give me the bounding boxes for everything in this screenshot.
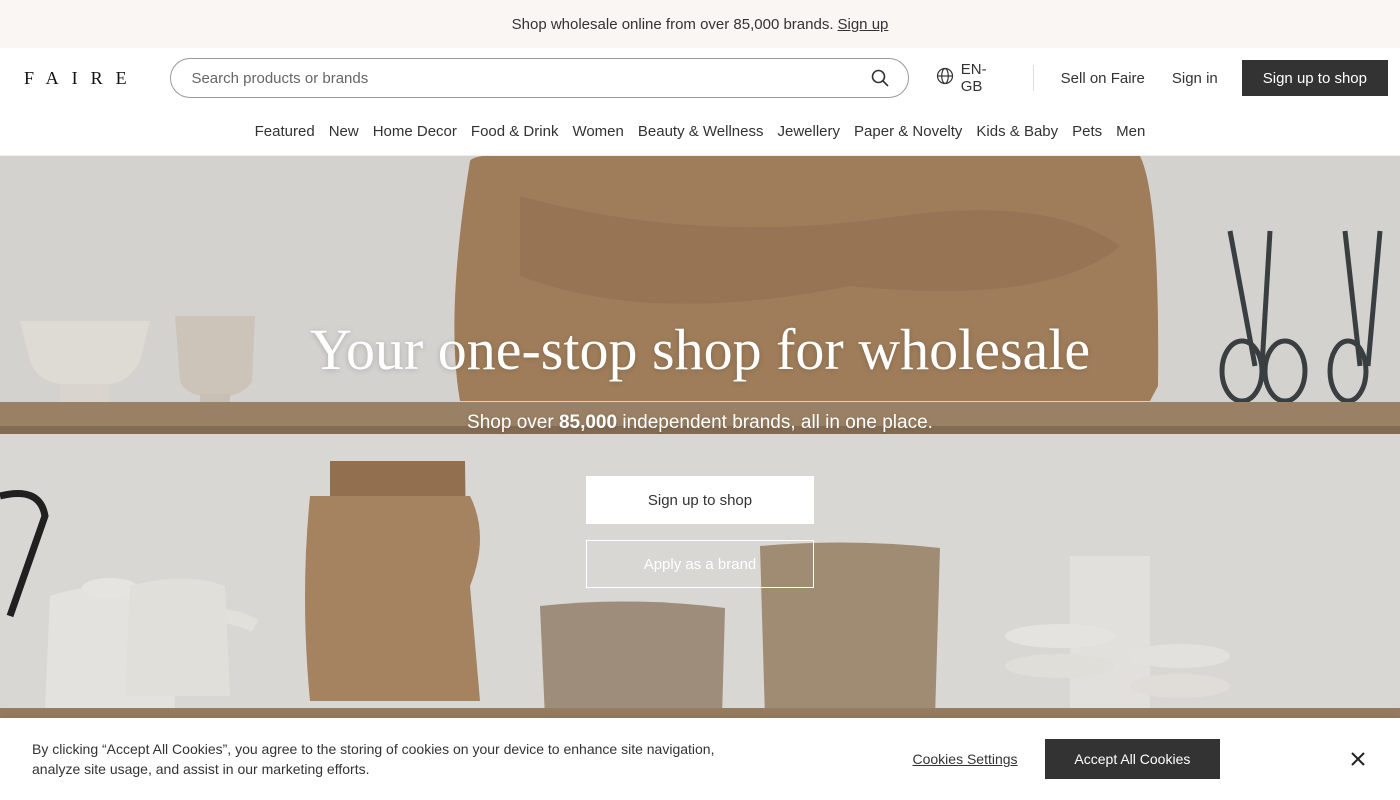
category-home-decor[interactable]: Home Decor [373,123,457,140]
category-pets[interactable]: Pets [1072,123,1102,140]
site-header: FAIRE EN-GB Sell on Faire Sign in Sign u… [0,48,1400,108]
apply-as-brand-button[interactable]: Apply as a brand [586,540,814,588]
category-kids-baby[interactable]: Kids & Baby [976,123,1058,140]
locale-label: EN-GB [960,61,987,95]
search-bar[interactable] [170,58,909,98]
category-food-drink[interactable]: Food & Drink [471,123,559,140]
hero-subtitle-count: 85,000 [558,412,618,433]
search-icon[interactable] [870,68,890,88]
category-women[interactable]: Women [572,123,623,140]
hero-banner: Your one-stop shop for wholesale Shop ov… [0,156,1400,718]
close-icon[interactable] [1348,749,1368,769]
faire-logo[interactable]: FAIRE [24,68,147,89]
hero-signup-button[interactable]: Sign up to shop [586,476,814,524]
hero-title: Your one-stop shop for wholesale [309,317,1091,382]
cookie-banner: By clicking “Accept All Cookies”, you ag… [0,718,1400,800]
cookies-settings-link[interactable]: Cookies Settings [912,751,1017,767]
hero-subtitle-pre: Shop over [467,412,559,433]
category-men[interactable]: Men [1116,123,1145,140]
header-divider [1032,65,1034,91]
category-paper-novelty[interactable]: Paper & Novelty [854,123,962,140]
accept-all-cookies-button[interactable]: Accept All Cookies [1044,739,1221,779]
category-new[interactable]: New [329,123,359,140]
sell-on-faire-link[interactable]: Sell on Faire [1061,70,1145,87]
announcement-bar: Shop wholesale online from over 85,000 b… [0,0,1400,48]
header-signup-button[interactable]: Sign up to shop [1241,60,1388,96]
cookie-text: By clicking “Accept All Cookies”, you ag… [32,741,715,777]
announcement-signup-link[interactable]: Sign up [838,16,889,33]
category-jewellery[interactable]: Jewellery [778,123,841,140]
category-featured[interactable]: Featured [255,123,315,140]
category-nav: Featured New Home Decor Food & Drink Wom… [0,108,1400,156]
hero-content: Your one-stop shop for wholesale Shop ov… [0,156,1400,718]
hero-subtitle: Shop over 85,000 independent brands, all… [0,412,1400,434]
announcement-text: Shop wholesale online from over 85,000 b… [511,15,834,33]
category-beauty-wellness[interactable]: Beauty & Wellness [638,123,764,140]
sign-in-link[interactable]: Sign in [1172,70,1218,87]
hero-subtitle-post: independent brands, all in one place. [617,412,933,433]
search-input[interactable] [191,69,870,87]
globe-icon [936,67,961,89]
locale-selector[interactable]: EN-GB [936,61,1006,95]
